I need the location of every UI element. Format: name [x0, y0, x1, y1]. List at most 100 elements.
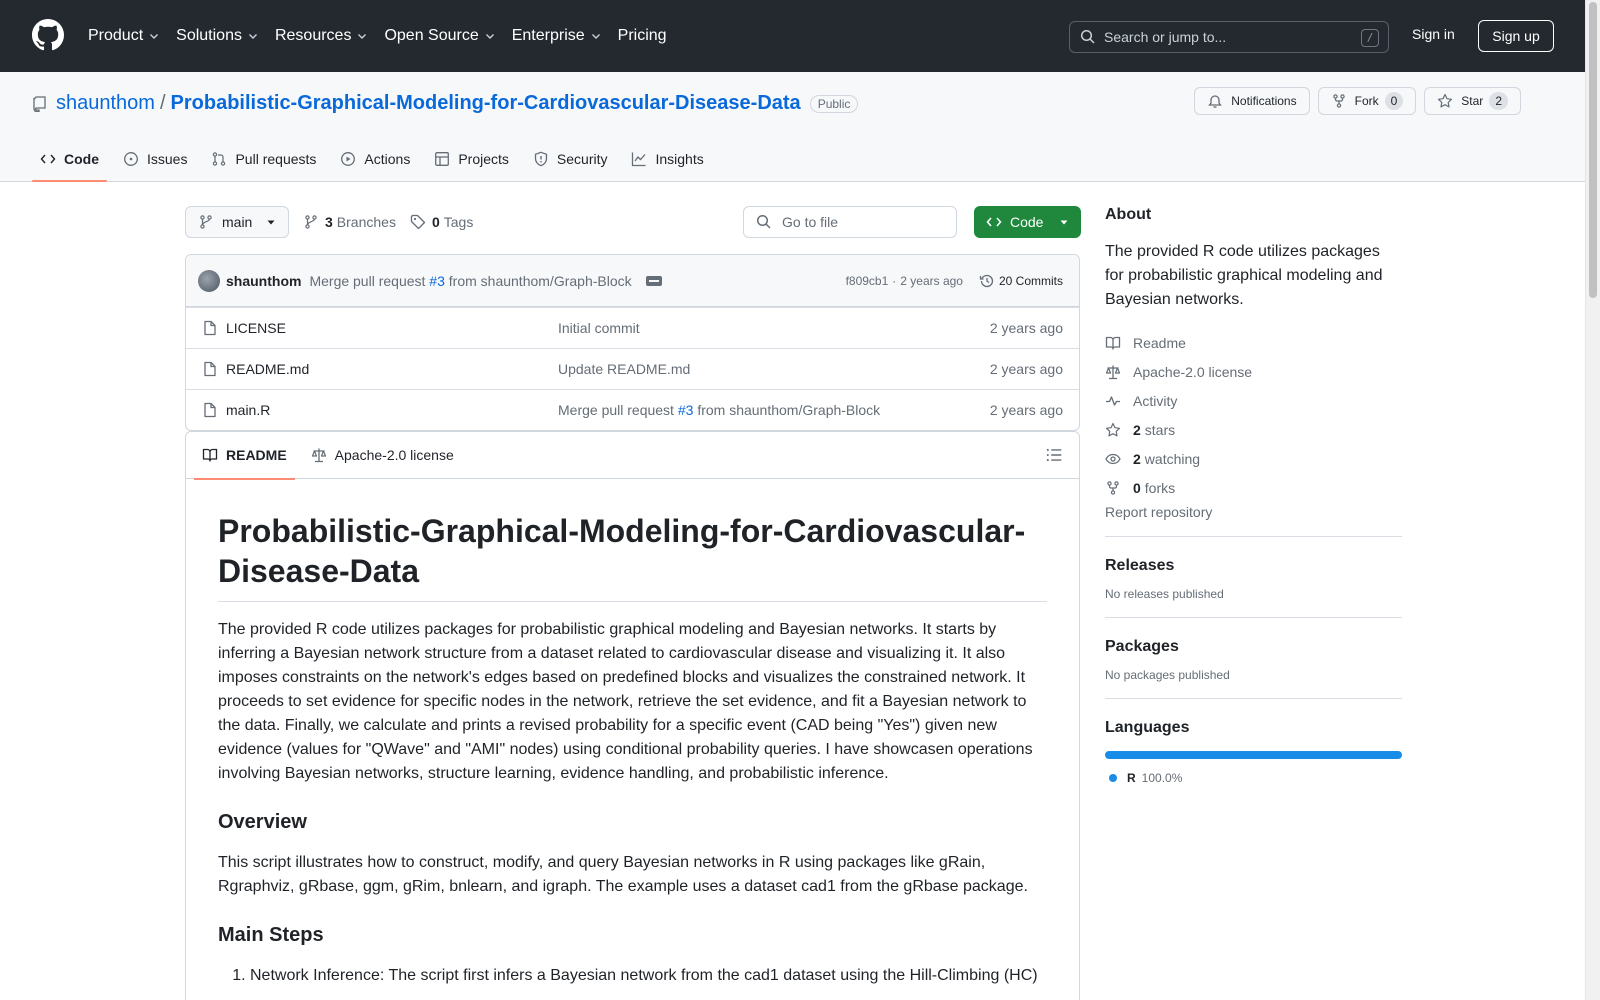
nav-open-source[interactable]: Open Source [384, 27, 495, 45]
history-icon [979, 274, 994, 287]
page-scrollbar[interactable] [1585, 0, 1600, 1000]
book-icon [202, 448, 218, 462]
branch-select-button[interactable]: main [185, 206, 289, 238]
nav-product[interactable]: Product [88, 27, 160, 45]
star-button[interactable]: Star 2 [1424, 87, 1521, 115]
watching-link[interactable]: 2 watching [1105, 444, 1402, 473]
github-logo-icon[interactable] [32, 19, 64, 51]
activity-link[interactable]: Activity [1105, 386, 1402, 415]
notifications-label: Notifications [1231, 94, 1297, 108]
file-name-link[interactable]: README.md [226, 361, 558, 377]
bell-icon [1208, 95, 1223, 108]
code-dropdown-button[interactable]: Code [974, 206, 1081, 238]
file-icon [204, 361, 216, 377]
notifications-button[interactable]: Notifications [1194, 87, 1310, 115]
repo-name-link[interactable]: Probabilistic-Graphical-Modeling-for-Car… [171, 92, 801, 115]
repo-path-separator: / [159, 92, 166, 114]
nav-solutions[interactable]: Solutions [176, 27, 259, 45]
readme-tabs: README Apache-2.0 license [186, 432, 1079, 480]
about-description: The provided R code utilizes packages fo… [1105, 243, 1383, 308]
sign-in-link[interactable]: Sign in [1412, 26, 1455, 42]
packages-heading[interactable]: Packages [1105, 638, 1402, 656]
sign-up-button[interactable]: Sign up [1478, 20, 1554, 52]
file-row[interactable]: README.md Update README.md 2 years ago [186, 348, 1079, 389]
main-column: main 3 Branches 0 Tags Go to file Code s… [185, 206, 1081, 1000]
go-to-file-input[interactable]: Go to file [743, 206, 957, 238]
caret-down-icon [1060, 220, 1068, 225]
tab-license[interactable]: Apache-2.0 license [303, 432, 462, 479]
file-name-link[interactable]: main.R [226, 402, 558, 418]
outline-list-icon[interactable] [1045, 446, 1063, 464]
law-scale-icon [1105, 365, 1121, 379]
language-percent: 100.0% [1141, 771, 1183, 785]
repo-title: shaunthom / Probabilistic-Graphical-Mode… [32, 92, 859, 115]
fork-button[interactable]: Fork 0 [1317, 87, 1417, 115]
code-icon [986, 217, 1002, 227]
book-icon [1105, 336, 1121, 350]
commit-message-link[interactable]: from shaunthom/Graph-Block [449, 273, 632, 289]
global-search-input[interactable]: Search or jump to... / [1069, 21, 1389, 53]
pr-link[interactable]: #3 [678, 402, 694, 418]
readme-panel: README Apache-2.0 license Probabilistic-… [185, 431, 1080, 1000]
commit-meta: f809cb1 · 2 years ago 20 Commits [846, 273, 1063, 289]
commits-count: 20 Commits [998, 273, 1063, 288]
avatar[interactable] [198, 269, 220, 292]
tab-code[interactable]: Code [32, 136, 107, 182]
file-commit-link[interactable]: Initial commit [558, 320, 640, 336]
file-name-link[interactable]: LICENSE [226, 320, 558, 336]
pr-link[interactable]: #3 [429, 273, 445, 289]
commit-age: 2 years ago [900, 273, 963, 288]
file-commit-link[interactable]: from shaunthom/Graph-Block [697, 402, 880, 418]
tab-readme[interactable]: README [194, 432, 295, 480]
overview-heading: Overview [218, 811, 307, 833]
ellipsis-icon[interactable] [645, 275, 662, 286]
tab-security[interactable]: Security [525, 136, 616, 182]
languages-heading: Languages [1105, 719, 1190, 736]
tab-insights[interactable]: Insights [623, 136, 711, 182]
readme-content: Probabilistic-Graphical-Modeling-for-Car… [186, 479, 1079, 988]
languages-section: Languages R 100.0% [1105, 698, 1402, 785]
scrollbar-thumb[interactable] [1589, 2, 1597, 298]
commit-message-link[interactable]: Merge pull request [309, 273, 425, 289]
nav-enterprise[interactable]: Enterprise [512, 27, 602, 45]
file-icon [204, 320, 216, 336]
language-name: R [1127, 771, 1136, 785]
chevron-down-icon [591, 34, 600, 39]
nav-pricing[interactable]: Pricing [618, 27, 667, 45]
readme-link[interactable]: Readme [1105, 328, 1402, 357]
tag-icon [410, 214, 426, 230]
branch-icon [200, 215, 212, 229]
stars-link[interactable]: 2 stars [1105, 415, 1402, 444]
tab-issues[interactable]: Issues [115, 136, 195, 182]
file-age: 2 years ago [989, 361, 1063, 377]
fork-label: Fork [1354, 94, 1379, 108]
file-row[interactable]: LICENSE Initial commit 2 years ago [186, 307, 1079, 348]
tab-pull-requests[interactable]: Pull requests [203, 136, 324, 182]
tags-count: 0 [431, 214, 440, 230]
tab-projects[interactable]: Projects [426, 136, 517, 182]
license-link[interactable]: Apache-2.0 license [1105, 357, 1402, 386]
releases-heading[interactable]: Releases [1105, 557, 1402, 575]
report-repository-link[interactable]: Report repository [1105, 504, 1402, 520]
branches-link[interactable]: 3 Branches [303, 214, 396, 230]
readme-intro: The provided R code utilizes packages fo… [218, 621, 1033, 782]
commit-hash-link[interactable]: f809cb1 [846, 274, 889, 288]
tags-link[interactable]: 0 Tags [410, 214, 473, 230]
file-row[interactable]: main.R Merge pull request #3 from shaunt… [186, 389, 1079, 430]
nav-label: Pricing [617, 27, 667, 44]
file-commit-link[interactable]: Update README.md [558, 361, 690, 377]
tab-label: README [226, 447, 287, 463]
forks-link[interactable]: 0 forks [1105, 473, 1402, 502]
nav-resources[interactable]: Resources [275, 27, 368, 45]
branch-icon [305, 215, 317, 229]
branches-label: Branches [336, 214, 396, 230]
tab-actions[interactable]: Actions [332, 136, 418, 182]
repo-owner-link[interactable]: shaunthom [56, 92, 155, 115]
main-steps-heading: Main Steps [218, 924, 324, 946]
forks-count: 0 [1133, 479, 1141, 496]
language-item[interactable]: R 100.0% [1105, 771, 1402, 785]
packages-empty-text: No packages published [1105, 668, 1230, 682]
file-commit-link[interactable]: Merge pull request [558, 402, 674, 418]
commits-history-link[interactable]: 20 Commits [979, 273, 1063, 289]
commit-author-link[interactable]: shaunthom [226, 273, 301, 289]
